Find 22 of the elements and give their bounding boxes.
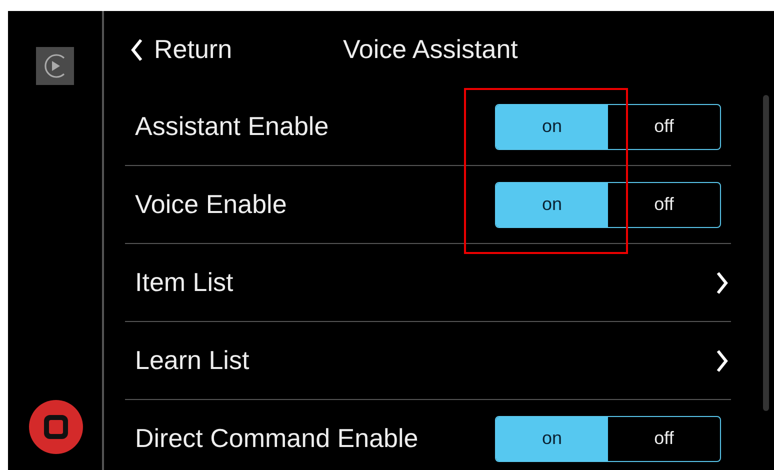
switch-option[interactable]: off	[608, 182, 720, 226]
switch-option[interactable]: on	[496, 416, 608, 460]
switch-option[interactable]: off	[608, 416, 720, 460]
scrollbar[interactable]	[763, 95, 769, 411]
play-icon[interactable]	[36, 47, 74, 85]
on-off-switch[interactable]: on off	[495, 104, 721, 150]
switch-option[interactable]: on	[496, 182, 608, 226]
setting-label: Direct Command Enable	[134, 423, 418, 454]
switch-option[interactable]: off	[608, 104, 720, 148]
on-off-switch[interactable]: on off	[495, 182, 721, 228]
chevron-left-icon	[130, 38, 144, 62]
setting-label: Learn List	[134, 345, 250, 376]
return-button[interactable]: Return	[125, 34, 343, 65]
setting-label: Assistant Enable	[134, 111, 329, 142]
switch-option[interactable]: on	[496, 104, 608, 148]
setting-label: Voice Enable	[134, 189, 287, 220]
setting-label: Item List	[134, 267, 234, 298]
chevron-right-icon[interactable]	[715, 270, 729, 294]
chevron-right-icon[interactable]	[715, 348, 729, 372]
stop-icon[interactable]	[29, 400, 83, 454]
page-title: Voice Assistant	[343, 34, 518, 65]
on-off-switch[interactable]: on off	[495, 416, 721, 462]
